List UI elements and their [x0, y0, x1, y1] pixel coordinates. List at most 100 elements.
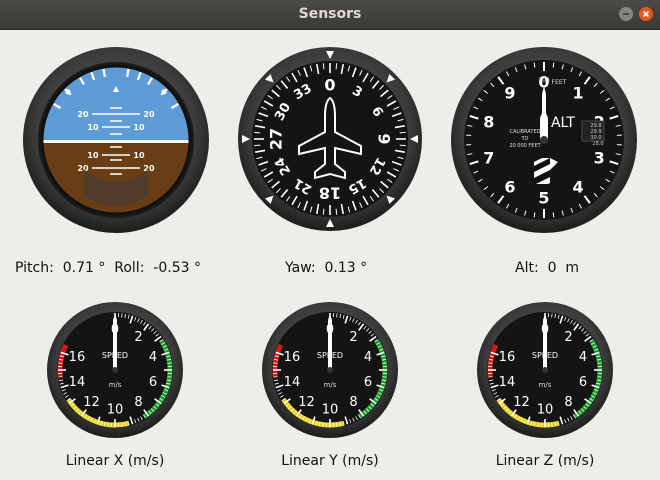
speed-number: 10: [322, 403, 339, 418]
pitch-label: 10: [133, 123, 145, 132]
speed-tick: [597, 376, 602, 378]
close-icon: [642, 10, 650, 18]
speed-tick: [382, 376, 387, 378]
needle-hub: [542, 367, 548, 373]
yaw-value: 0.13: [324, 260, 356, 276]
pitch-label: Pitch:: [15, 260, 54, 276]
heading-tick: [335, 63, 338, 70]
calibration-line-2: TO: [521, 136, 529, 142]
roll-tick: [102, 68, 106, 78]
speed-tick: [537, 422, 539, 427]
speed-tick: [336, 313, 338, 318]
alt-readout: Alt: 0 m: [515, 260, 579, 276]
speed-tick: [58, 362, 63, 364]
speed-number: 16: [499, 350, 516, 365]
speed-number: 10: [107, 403, 124, 418]
speed-tick: [273, 362, 278, 364]
speed-number: 12: [298, 395, 315, 410]
pitch-label: 10: [87, 151, 99, 160]
speed-tick: [597, 362, 602, 364]
speed-needle: [543, 314, 547, 370]
pitch-label: 10: [87, 123, 99, 132]
speed-number: 14: [284, 375, 301, 390]
close-button[interactable]: [639, 7, 653, 21]
gauge-caption-z: Linear Z (m/s): [495, 453, 595, 469]
title-bar: Sensors: [0, 0, 660, 30]
speed-number: 8: [349, 395, 357, 410]
roll-label: Roll:: [114, 260, 145, 276]
pitch-label: 20: [77, 110, 89, 119]
heading-indicator: 0 3691215182124273033: [238, 47, 422, 231]
speed-number: 4: [579, 350, 587, 365]
speed-tick: [273, 376, 278, 378]
speed-tick: [382, 362, 387, 364]
heading-label: 27: [267, 128, 286, 150]
minimize-icon: [623, 13, 629, 15]
heading-label: 9: [375, 133, 394, 144]
speed-number: 6: [149, 375, 157, 390]
speed-tick: [488, 362, 493, 364]
alt-value: 0: [547, 260, 557, 276]
altimeter-digit: 7: [483, 148, 494, 167]
speed-number: 8: [134, 395, 142, 410]
minimize-button[interactable]: [619, 7, 633, 21]
speed-number: 4: [364, 350, 372, 365]
roll-dot: [65, 89, 71, 95]
pitch-unit: °: [98, 260, 106, 276]
speed-number: 2: [564, 330, 572, 345]
altimeter-100-label: 100: [538, 77, 550, 84]
altimeter-tick: [552, 62, 555, 68]
speed-tick: [488, 376, 493, 378]
speed-number: 6: [579, 375, 587, 390]
pitch-value: 0.71: [62, 260, 94, 276]
pitch-label: 10: [133, 151, 145, 160]
speed-tick: [167, 362, 172, 364]
altimeter-feet-label: FEET: [552, 79, 567, 86]
heading-label: 18: [319, 184, 341, 203]
yaw-readout: Yaw: 0.13 °: [285, 260, 367, 276]
altimeter-digit: 9: [504, 84, 515, 103]
speed-needle: [113, 314, 117, 370]
window-title: Sensors: [298, 6, 362, 22]
gauge-caption-y: Linear Y (m/s): [281, 453, 379, 469]
attitude-indicator: 20 2010 1010 1020 20: [23, 47, 209, 233]
altimeter-digit: 8: [483, 113, 494, 132]
roll-tick: [126, 68, 130, 78]
altimeter-digit: 5: [538, 189, 549, 208]
speed-tick: [167, 376, 172, 378]
needle-hub: [112, 367, 118, 373]
altimeter-digit: 6: [504, 177, 515, 196]
pitch-label: 20: [143, 110, 155, 119]
altimeter-tick: [533, 212, 536, 218]
yaw-label: Yaw:: [285, 260, 316, 276]
calibration-line-3: 20 000 FEET: [509, 143, 541, 149]
speed-unit-text: m/s: [109, 381, 122, 389]
speed-tick: [551, 313, 553, 318]
speed-needle: [328, 314, 332, 370]
heading-tick: [399, 144, 406, 147]
heading-tick: [322, 63, 325, 70]
speed-number: 6: [364, 375, 372, 390]
heading-tick: [335, 208, 338, 215]
pressure-value-4: 28.0: [592, 141, 603, 147]
speed-number: 2: [349, 330, 357, 345]
speed-tick: [551, 422, 553, 427]
roll-unit: °: [194, 260, 202, 276]
speed-number: 10: [537, 403, 554, 418]
roll-value: -0.53: [153, 260, 190, 276]
altimeter-tick: [533, 62, 536, 68]
heading-tick: [322, 208, 325, 215]
alt-unit: m: [565, 260, 580, 276]
speed-tick: [107, 422, 109, 427]
speed-number: 14: [69, 375, 86, 390]
speed-gauge-z: 0246810121416SPEEDm/s: [477, 302, 613, 438]
speed-number: 16: [69, 350, 86, 365]
yaw-unit: °: [360, 260, 368, 276]
needle-hub: [327, 367, 333, 373]
heading-tick: [254, 144, 261, 147]
gauge-caption-x: Linear X (m/s): [65, 453, 165, 469]
altimeter: 0123456789 100 FEET ALT CALIBRATED TO 20…: [451, 47, 637, 233]
speed-tick: [322, 422, 324, 427]
speed-tick: [58, 376, 63, 378]
heading-tick: [399, 131, 406, 134]
